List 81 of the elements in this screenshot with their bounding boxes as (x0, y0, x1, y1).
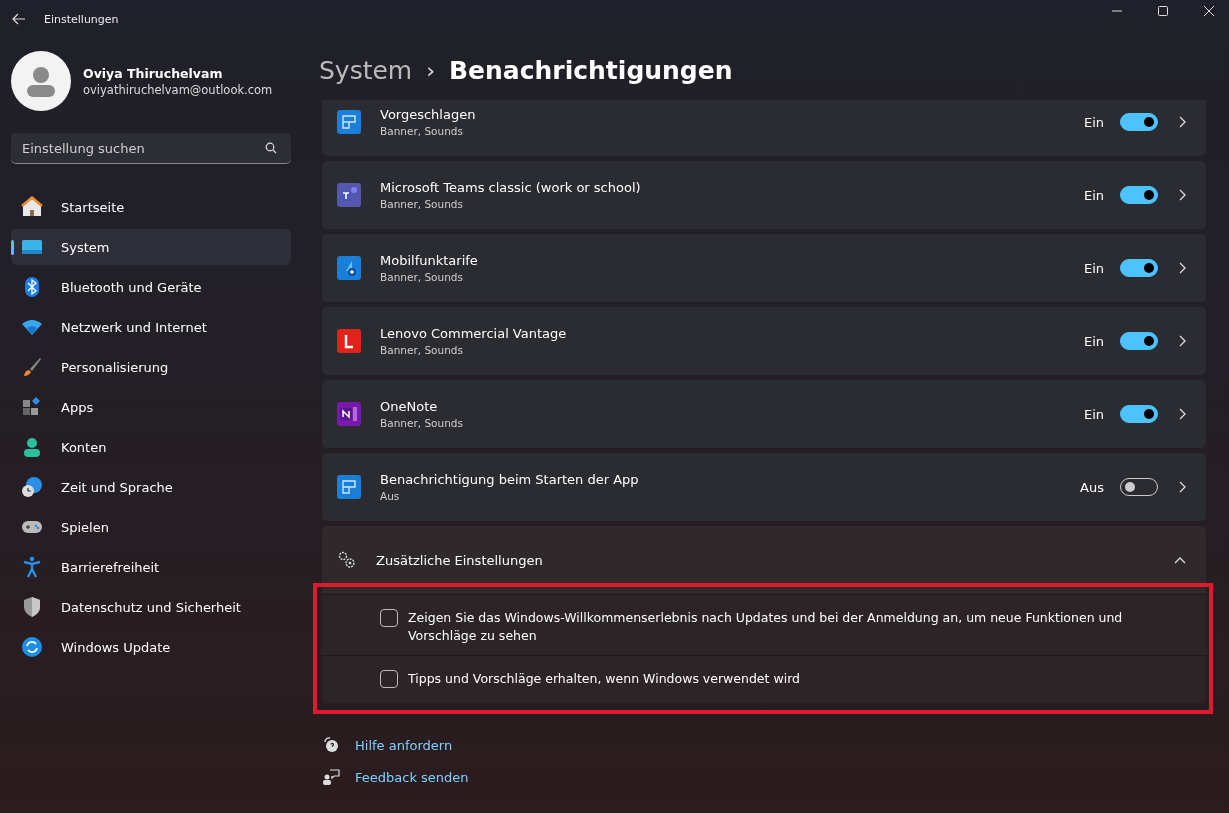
app-notification-row[interactable]: OneNote Banner, Sounds Ein (322, 380, 1206, 448)
additional-settings-header[interactable]: Zusätzliche Einstellungen (322, 526, 1206, 594)
search-icon (265, 142, 277, 154)
page-title: Benachrichtigungen (449, 55, 733, 85)
app-notification-row[interactable]: Microsoft Teams classic (work or school) Banner, Sounds Ein (322, 161, 1206, 229)
checkbox[interactable] (380, 609, 398, 627)
breadcrumb-separator: › (426, 57, 436, 83)
grid-icon (337, 110, 361, 134)
app-notification-detail: Banner, Sounds (380, 125, 464, 137)
chevron-right-icon[interactable] (1178, 335, 1186, 347)
toggle-state-label: Ein (1083, 187, 1104, 203)
toggle-state-label: Ein (1083, 260, 1104, 276)
toggle-switch[interactable] (1120, 113, 1158, 131)
sidebar-item[interactable]: Personalisierung (11, 349, 291, 385)
section-title: Zusätzliche Einstellungen (376, 552, 544, 568)
window-title: Einstellungen (44, 12, 119, 26)
gears-icon (337, 550, 357, 570)
person-icon (21, 436, 43, 458)
app-notification-row[interactable]: Benachrichtigung beim Starten der App Aus Aus (322, 453, 1206, 521)
toggle-switch[interactable] (1120, 332, 1158, 350)
search-field[interactable]: Einstellung suchen (11, 133, 291, 164)
toggle-switch[interactable] (1120, 259, 1158, 277)
chevron-right-icon[interactable] (1178, 189, 1186, 201)
sidebar-item[interactable]: Konten (11, 429, 291, 465)
checkbox-label: Zeigen Sie das Windows-Willkommenserlebnis nach Updates und bei der Anmeldung an, um neue Funktionen und Vorschläge zu sehen (408, 609, 1124, 645)
help-icon (322, 736, 340, 754)
toggle-state-label: Aus (1080, 479, 1104, 495)
update-icon (21, 636, 43, 658)
sidebar-item[interactable]: Windows Update (11, 629, 291, 665)
toggle-switch[interactable] (1120, 186, 1158, 204)
sidebar-item[interactable]: Startseite (11, 189, 291, 225)
chevron-up-icon[interactable] (1174, 556, 1186, 564)
chevron-right-icon[interactable] (1178, 116, 1186, 128)
checkbox-label: Tipps und Vorschläge erhalten, wenn Windows verwendet wird (408, 670, 800, 688)
close-icon[interactable] (1203, 5, 1215, 17)
app-notification-row[interactable]: Lenovo Commercial Vantage Banner, Sounds Ein (322, 307, 1206, 375)
feedback-icon (322, 768, 340, 786)
shield-icon (21, 596, 43, 618)
app-name: Lenovo Commercial Vantage (380, 326, 568, 341)
app-notification-detail: Banner, Sounds (380, 271, 464, 283)
globe-icon (21, 476, 43, 498)
link[interactable]: Feedback senden (355, 769, 469, 785)
toggle-state-label: Ein (1083, 333, 1104, 349)
app-name: Vorgeschlagen (380, 107, 477, 122)
grid-icon (337, 475, 361, 499)
home-icon (21, 196, 43, 218)
link[interactable]: Hilfe anfordern (355, 737, 453, 753)
apps-icon (21, 396, 43, 418)
brush-icon (21, 356, 43, 378)
avatar-icon (11, 51, 71, 111)
app-name: Mobilfunktarife (380, 253, 479, 268)
app-notification-detail: Banner, Sounds (380, 344, 464, 356)
back-arrow-icon[interactable] (12, 13, 26, 25)
toggle-switch[interactable] (1120, 405, 1158, 423)
breadcrumb-parent[interactable]: System (319, 55, 413, 85)
checkbox[interactable] (380, 670, 398, 688)
access-icon (21, 556, 43, 578)
sidebar-item[interactable]: Barrierefreiheit (11, 549, 291, 585)
account-email: oviyathiruchelvam@outlook.com (83, 82, 273, 97)
chevron-right-icon[interactable] (1178, 408, 1186, 420)
sidebar-item[interactable]: Netzwerk und Internet (11, 309, 291, 345)
sidebar-item[interactable]: Bluetooth und Geräte (11, 269, 291, 305)
account-name: Oviya Thiruchelvam (83, 65, 224, 81)
sidebar-item[interactable]: Zeit und Sprache (11, 469, 291, 505)
app-name: OneNote (380, 399, 439, 414)
sidebar-item[interactable]: Apps (11, 389, 291, 425)
app-notification-detail: Banner, Sounds (380, 198, 464, 210)
app-notification-detail: Banner, Sounds (380, 417, 464, 429)
sidebar-item[interactable]: Datenschutz und Sicherheit (11, 589, 291, 625)
sidebar-item[interactable]: Spielen (11, 509, 291, 545)
maximize-icon[interactable] (1157, 5, 1169, 17)
sidebar-item[interactable]: System (11, 229, 291, 265)
chevron-right-icon[interactable] (1178, 481, 1186, 493)
app-notification-row[interactable]: Mobilfunktarife Banner, Sounds Ein (322, 234, 1206, 302)
app-notification-row[interactable]: Vorgeschlagen Banner, Sounds Ein (322, 100, 1206, 156)
app-name: Microsoft Teams classic (work or school) (380, 180, 642, 195)
toggle-state-label: Ein (1083, 114, 1104, 130)
app-notification-detail: Aus (380, 490, 401, 502)
toggle-state-label: Ein (1083, 406, 1104, 422)
app-name: Benachrichtigung beim Starten der App (380, 472, 640, 487)
chevron-right-icon[interactable] (1178, 262, 1186, 274)
